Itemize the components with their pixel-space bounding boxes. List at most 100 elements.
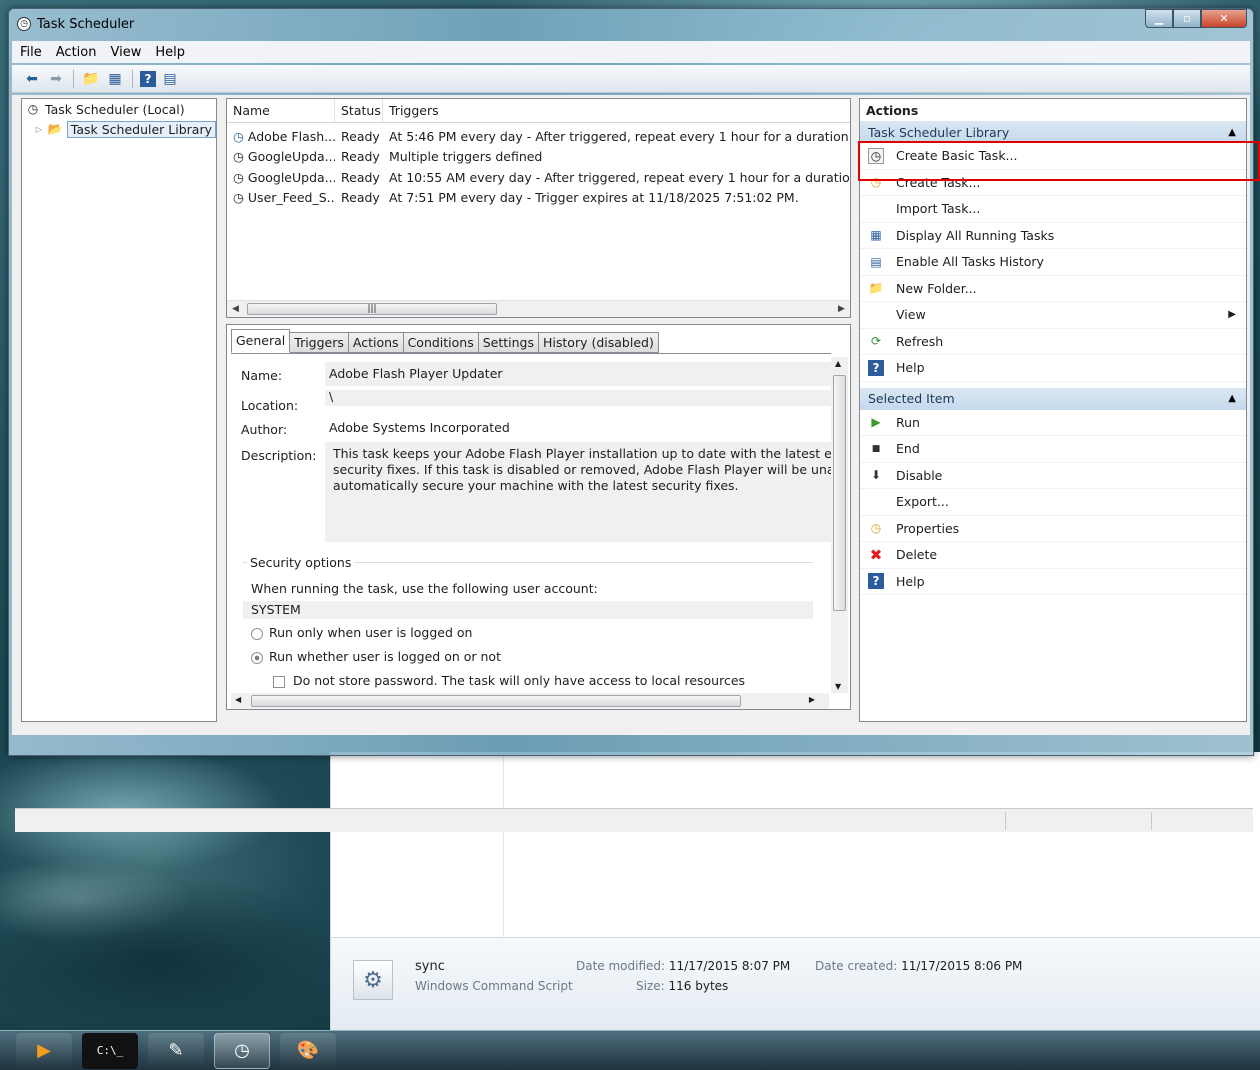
action-properties[interactable]: ◷ Properties — [860, 516, 1246, 542]
location-label: Location: — [241, 398, 299, 413]
action-help-selected[interactable]: ? Help — [860, 569, 1246, 595]
section-selected-item[interactable]: Selected Item ▲ — [860, 387, 1246, 410]
scroll-left-icon[interactable]: ◀ — [227, 304, 244, 314]
action-export[interactable]: Export... — [860, 489, 1246, 516]
checkbox[interactable] — [273, 675, 285, 688]
column-status[interactable]: Status — [335, 99, 383, 122]
table-row[interactable]: ◷ User_Feed_S... Ready At 7:51 PM every … — [227, 188, 850, 209]
action-label: Help — [896, 573, 925, 589]
column-triggers[interactable]: Triggers — [383, 99, 850, 122]
task-details-pane: General Triggers Actions Conditions Sett… — [226, 324, 851, 710]
action-create-task[interactable]: ◷ Create Task... — [860, 170, 1246, 196]
location-field[interactable]: \ — [325, 390, 831, 406]
scroll-right-icon[interactable]: ▶ — [833, 304, 850, 314]
menu-action[interactable]: Action — [56, 45, 97, 60]
details-hscrollbar[interactable]: ◀ ▶ — [231, 693, 829, 709]
taskbar-media-player-icon[interactable]: ▶ — [16, 1032, 72, 1069]
minimize-button[interactable]: ▁ — [1145, 9, 1173, 28]
scroll-thumb[interactable]: ||| — [247, 303, 497, 315]
author-field[interactable]: Adobe Systems Incorporated — [325, 416, 831, 440]
details-vscrollbar[interactable]: ▲ ▼ — [831, 357, 848, 693]
menu-file[interactable]: File — [20, 45, 42, 60]
tree-item-local[interactable]: ◷ Task Scheduler (Local) — [22, 99, 216, 119]
action-view[interactable]: View ▶ — [860, 302, 1246, 329]
column-name[interactable]: Name — [227, 99, 335, 122]
close-button[interactable]: ✕ — [1201, 9, 1247, 28]
action-delete[interactable]: ✖ Delete — [860, 542, 1246, 569]
name-field[interactable]: Adobe Flash Player Updater — [325, 362, 831, 386]
action-label: Properties — [896, 520, 960, 536]
show-hide-console-tree-icon[interactable]: ▦ — [105, 69, 125, 89]
wizard-clock-icon: ◷ — [868, 147, 884, 164]
action-import-task[interactable]: Import Task... — [860, 196, 1246, 223]
taskbar-notepad-icon[interactable]: ✎ — [148, 1032, 204, 1069]
tree-item-library[interactable]: ▷ 📂 Task Scheduler Library — [22, 119, 216, 139]
security-account-label: When running the task, use the following… — [251, 581, 598, 596]
menu-help[interactable]: Help — [155, 45, 185, 60]
desktop-background — [0, 750, 330, 1030]
description-field[interactable]: This task keeps your Adobe Flash Player … — [325, 442, 831, 542]
task-name-cell: ◷ User_Feed_S... — [233, 190, 335, 206]
scroll-up-icon[interactable]: ▲ — [835, 359, 841, 368]
refresh-icon: ⟳ — [870, 334, 882, 349]
collapse-arrow-icon[interactable]: ▲ — [1228, 393, 1236, 404]
table-row[interactable]: ◷ GoogleUpda... Ready At 10:55 AM every … — [227, 167, 850, 188]
tab-actions[interactable]: Actions — [348, 332, 404, 353]
scroll-left-icon[interactable]: ◀ — [235, 695, 241, 704]
action-label: New Folder... — [896, 280, 977, 296]
taskbar-command-prompt-icon[interactable]: C:\_ — [82, 1032, 138, 1069]
action-end[interactable]: ■ End — [860, 436, 1246, 463]
radio-button[interactable] — [251, 627, 263, 640]
section-task-scheduler-library[interactable]: Task Scheduler Library ▲ — [860, 121, 1246, 143]
tab-history[interactable]: History (disabled) — [539, 332, 659, 353]
action-refresh[interactable]: ⟳ Refresh — [860, 329, 1246, 355]
scroll-thumb[interactable] — [251, 695, 741, 707]
help-icon[interactable]: ? — [140, 70, 156, 87]
collapse-arrow-icon[interactable]: ▲ — [1228, 127, 1236, 138]
radio-run-whether[interactable]: Run whether user is logged on or not — [251, 649, 501, 664]
checkbox-no-store-password[interactable]: Do not store password. The task will onl… — [273, 673, 745, 688]
status-bar — [15, 808, 1253, 832]
table-row[interactable]: ◷ Adobe Flash... Ready At 5:46 PM every … — [227, 126, 850, 147]
taskbar-paint-icon[interactable]: 🎨 — [280, 1032, 336, 1069]
back-arrow-icon[interactable]: ⬅ — [22, 69, 42, 89]
history-icon: ▤ — [870, 254, 882, 269]
action-disable[interactable]: ⬇ Disable — [860, 463, 1246, 489]
scroll-right-icon[interactable]: ▶ — [809, 695, 815, 704]
action-display-running-tasks[interactable]: ▦ Display All Running Tasks — [860, 223, 1246, 249]
scroll-thumb[interactable] — [833, 375, 846, 611]
menu-view[interactable]: View — [110, 45, 141, 60]
scroll-down-icon[interactable]: ▼ — [835, 682, 841, 691]
general-tab-content: Name: Adobe Flash Player Updater Locatio… — [231, 353, 831, 693]
tab-conditions[interactable]: Conditions — [403, 332, 479, 353]
maximize-button[interactable]: ▫ — [1173, 9, 1201, 28]
window-title: Task Scheduler — [37, 16, 135, 32]
taskbar-task-scheduler-icon[interactable]: ◷ — [214, 1032, 270, 1069]
security-options-group: Security options When running the task, … — [243, 555, 813, 688]
task-status-cell: Ready — [341, 169, 380, 185]
tab-settings[interactable]: Settings — [478, 332, 540, 353]
action-run[interactable]: ▶ Run — [860, 410, 1246, 436]
title-bar[interactable]: ◷ Task Scheduler — [9, 9, 1253, 39]
down-arrow-icon: ⬇ — [870, 468, 882, 483]
action-help[interactable]: ? Help — [860, 355, 1246, 382]
table-row[interactable]: ◷ GoogleUpda... Ready Multiple triggers … — [227, 147, 850, 168]
console-tree: ◷ Task Scheduler (Local) ▷ 📂 Task Schedu… — [21, 98, 217, 722]
gear-file-icon: ⚙ — [353, 960, 393, 1000]
radio-button[interactable] — [251, 651, 263, 664]
expand-arrow-icon[interactable]: ▷ — [34, 121, 44, 137]
tab-triggers[interactable]: Triggers — [290, 332, 349, 353]
radio-run-logged-on[interactable]: Run only when user is logged on — [251, 625, 472, 640]
forward-arrow-icon[interactable]: ➡ — [46, 69, 66, 89]
tab-general[interactable]: General — [231, 329, 291, 353]
task-status-cell: Ready — [341, 128, 380, 144]
task-status-cell: Ready — [341, 149, 380, 165]
task-list-hscrollbar[interactable]: ◀ ||| ▶ — [227, 300, 850, 317]
menu-bar: File Action View Help — [12, 41, 1250, 63]
action-new-folder[interactable]: 📁 New Folder... — [860, 276, 1246, 302]
up-folder-icon[interactable]: 📁 — [81, 69, 101, 89]
action-create-basic-task[interactable]: ◷ Create Basic Task... — [860, 143, 1246, 170]
blank-icon — [868, 307, 884, 323]
show-hide-action-pane-icon[interactable]: ▤ — [160, 69, 180, 89]
action-enable-history[interactable]: ▤ Enable All Tasks History — [860, 249, 1246, 276]
